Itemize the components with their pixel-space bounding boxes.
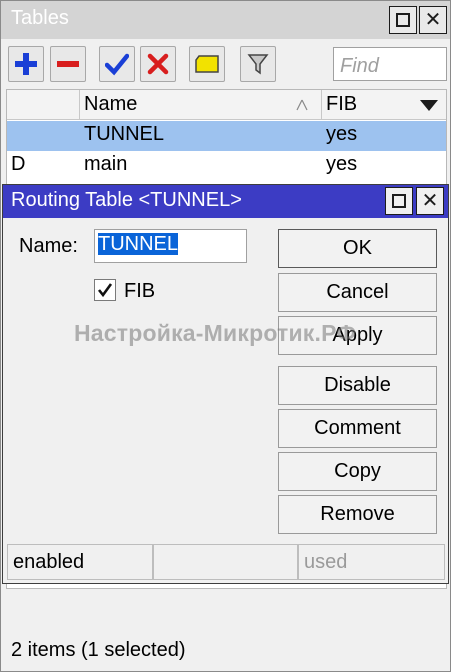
disable-button[interactable] (140, 46, 176, 82)
enable-button[interactable] (99, 46, 135, 82)
maximize-icon (396, 13, 410, 27)
ok-button[interactable]: OK (278, 229, 437, 268)
disable-x-icon (147, 53, 169, 75)
row-name: TUNNEL (84, 123, 165, 145)
dropdown-arrow-icon (420, 100, 438, 111)
add-button[interactable] (8, 46, 44, 82)
fib-checkbox[interactable] (94, 279, 116, 301)
window-titlebar: Tables ✕ (1, 1, 450, 39)
disable-button-dialog[interactable]: Disable (278, 366, 437, 405)
filter-button[interactable] (240, 46, 276, 82)
sort-icon (296, 99, 308, 111)
dialog-titlebar: Routing Table <TUNNEL> ✕ (3, 185, 448, 218)
row-fib: yes (326, 123, 358, 145)
remove-icon (57, 61, 79, 67)
name-label: Name: (19, 235, 78, 257)
row-flag: D (11, 153, 26, 175)
close-icon: ✕ (424, 9, 442, 31)
filter-icon (247, 54, 269, 75)
column-header-flags[interactable] (7, 90, 80, 120)
column-header-name[interactable]: Name (80, 90, 322, 120)
items-count-status: 2 items (1 selected) (11, 639, 186, 661)
maximize-button[interactable] (389, 6, 417, 34)
column-header-fib-label: FIB (326, 93, 358, 115)
comment-button[interactable] (189, 46, 225, 82)
close-button[interactable]: ✕ (419, 6, 447, 34)
status-middle (153, 544, 298, 580)
column-header-fib[interactable]: FIB (322, 90, 446, 120)
fib-label: FIB (124, 280, 156, 302)
comment-button-dialog[interactable]: Comment (278, 409, 437, 448)
remove-button[interactable] (50, 46, 86, 82)
name-field-value: TUNNEL (98, 233, 179, 255)
copy-button[interactable]: Copy (278, 452, 437, 491)
column-header-name-label: Name (84, 93, 138, 115)
comment-icon (195, 55, 219, 73)
table-row[interactable]: D main yes (7, 151, 446, 181)
close-icon: ✕ (421, 190, 439, 212)
window-title: Tables (11, 7, 69, 29)
find-input[interactable] (333, 47, 447, 81)
row-name: main (84, 153, 128, 175)
table-row[interactable]: TUNNEL yes (7, 121, 446, 151)
dialog-close-button[interactable]: ✕ (416, 187, 444, 215)
watermark: Настройка-Микротик.РФ (74, 320, 357, 346)
maximize-icon (392, 194, 406, 208)
routing-table-dialog: Routing Table <TUNNEL> ✕ Name: TUNNEL FI… (2, 184, 449, 584)
remove-button-dialog[interactable]: Remove (278, 495, 437, 534)
status-enabled: enabled (7, 544, 153, 580)
checkmark-icon (97, 283, 113, 298)
dialog-maximize-button[interactable] (385, 187, 413, 215)
dialog-title: Routing Table <TUNNEL> (11, 189, 242, 211)
cancel-button[interactable]: Cancel (278, 273, 437, 312)
enable-check-icon (105, 53, 129, 76)
row-fib: yes (326, 153, 358, 175)
name-field[interactable]: TUNNEL (94, 229, 247, 263)
row-flag (7, 121, 80, 151)
status-used: used (298, 544, 445, 580)
add-icon (15, 53, 37, 75)
